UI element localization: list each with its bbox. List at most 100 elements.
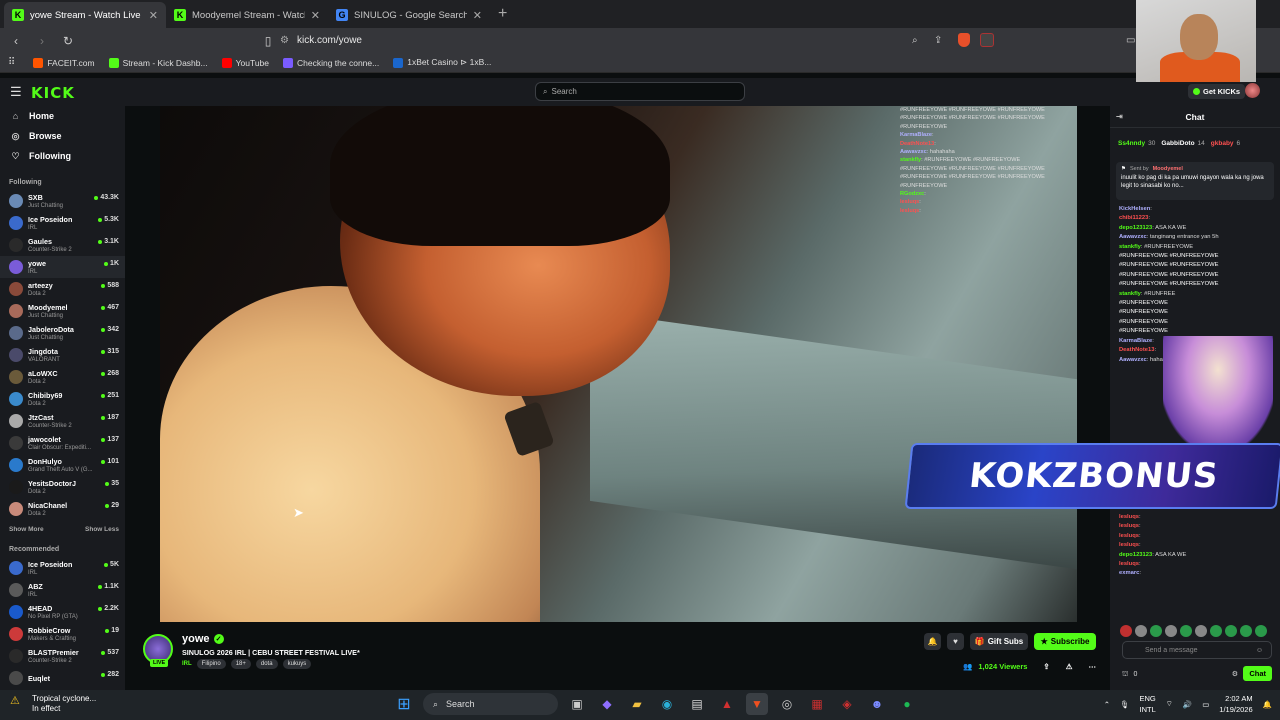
wifi-icon[interactable]: ⌔	[1166, 699, 1173, 709]
bookmark-item[interactable]: Checking the conne...	[283, 57, 379, 68]
battery-icon[interactable]: ▭	[1202, 700, 1209, 709]
bookmark-item[interactable]: YouTube	[221, 57, 269, 68]
chat-settings-icon[interactable]: ⚙	[1232, 670, 1238, 678]
chat-message[interactable]: lesluqs:	[1119, 523, 1271, 531]
reload-icon[interactable]: ↻	[58, 34, 78, 48]
sidebar-channel[interactable]: arteezy Dota 2 588	[0, 278, 125, 300]
close-tab-icon[interactable]: ✕	[311, 9, 320, 22]
nav-home[interactable]: ⌂ Home	[0, 106, 125, 126]
subscribe-button[interactable]: ★ Subscribe	[1034, 633, 1096, 650]
chat-username[interactable]: exmarc	[1119, 570, 1139, 576]
sidebar-channel[interactable]: Moodyemel Just Chatting 467	[0, 300, 125, 322]
chat-message[interactable]: stankfly: #RUNFREE	[1119, 291, 1271, 299]
chat-username[interactable]: lesluqs	[1119, 523, 1139, 529]
sidebar-toggle-icon[interactable]: ▭	[1126, 35, 1135, 46]
sidebar-channel[interactable]: BLASTPremier Counter-Strike 2 537	[0, 645, 125, 667]
user-avatar[interactable]	[1245, 83, 1260, 98]
chat-username[interactable]: DeathNote13	[1119, 347, 1154, 353]
chat-message[interactable]: lesluqs:	[1119, 542, 1271, 550]
chat-message[interactable]: #RUNFREEYOWE #RUNFREEYOWE	[1119, 253, 1271, 261]
sidebar-channel[interactable]: NicaChanel Dota 2 29	[0, 498, 125, 520]
browser-tab[interactable]: K Moodyemel Stream - Watch Live on ✕	[166, 2, 328, 28]
weather-widget[interactable]: ⚠ Tropical cyclone... In effect	[10, 694, 96, 714]
sidebar-channel[interactable]: SXB Just Chatting 43.3K	[0, 190, 125, 212]
get-kicks-button[interactable]: Get KICKs	[1188, 84, 1246, 99]
chat-username[interactable]: depo123123	[1119, 225, 1152, 231]
collapse-chat-icon[interactable]: ⇥	[1116, 112, 1123, 121]
show-more-button[interactable]: Show More	[9, 526, 44, 533]
chat-username[interactable]: Aawavzxc	[1119, 234, 1147, 240]
sidebar-channel[interactable]: Ice Poseidon IRL 5K	[0, 557, 125, 579]
chat-username[interactable]: depo123123	[1119, 552, 1152, 558]
app-icon[interactable]: ▲	[716, 693, 738, 715]
brave-shield-icon[interactable]	[958, 33, 970, 47]
mic-icon[interactable]: 🎙	[1120, 700, 1130, 709]
report-icon[interactable]: ⚠	[1066, 662, 1073, 671]
sidebar-channel[interactable]: YesitsDoctorJ Dota 2 35	[0, 476, 125, 498]
emote-icon[interactable]	[1210, 625, 1222, 637]
app-icon[interactable]: ▦	[806, 693, 828, 715]
search-input[interactable]: ⌕ Search	[535, 82, 745, 101]
emote-icon[interactable]	[1135, 625, 1147, 637]
chat-username[interactable]: KarmaBlaze	[1119, 338, 1152, 344]
chat-username[interactable]: lesluqs	[1119, 533, 1139, 539]
stream-tag[interactable]: kukuys	[282, 659, 312, 669]
sidebar-channel[interactable]: ABZ IRL 1.1K	[0, 579, 125, 601]
browser-tab[interactable]: G SINULOG - Google Search ✕	[328, 2, 490, 28]
show-less-button[interactable]: Show Less	[85, 526, 119, 533]
stream-tag[interactable]: 18+	[230, 659, 251, 669]
sidebar-channel[interactable]: Gaules Counter-Strike 2 3.1K	[0, 234, 125, 256]
chat-message[interactable]: Aawavzxc: tanginang entrance yan 5h	[1119, 234, 1271, 242]
emote-icon[interactable]	[1150, 625, 1162, 637]
gifter-item[interactable]: gkbaby 6	[1211, 139, 1240, 148]
sidebar-channel[interactable]: Chibiby69 Dota 2 251	[0, 388, 125, 410]
apps-grid-icon[interactable]: ⠿	[8, 57, 15, 68]
bookmark-item[interactable]: Stream - Kick Dashb...	[108, 57, 208, 68]
sidebar-channel[interactable]: RobbieCrow Makers & Crafting 19	[0, 623, 125, 645]
rewards-icon[interactable]	[980, 33, 994, 47]
windows-start-icon[interactable]: ⊞	[393, 693, 415, 715]
stream-tag[interactable]: Filipino	[196, 659, 226, 669]
pinned-message[interactable]: ⚑ Sent by Moodyemel inuulit ko pag di ka…	[1116, 162, 1274, 200]
kokzbonus-banner[interactable]: KOKZBONUS	[904, 443, 1280, 509]
new-tab-icon[interactable]: +	[498, 5, 507, 23]
gifter-item[interactable]: GabbiDoto 14	[1161, 139, 1204, 148]
chat-username[interactable]: lesluqs	[1119, 561, 1139, 567]
clock[interactable]: 2:02 AM 1/19/2026	[1219, 693, 1252, 715]
chat-message[interactable]: #RUNFREEYOWE	[1119, 319, 1271, 327]
sidebar-channel[interactable]: Euqlet 282	[0, 667, 125, 689]
gifter-item[interactable]: Ss4nndy 30	[1118, 139, 1155, 148]
chat-message[interactable]: lesluqs:	[1119, 533, 1271, 541]
volume-icon[interactable]: 🔊	[1183, 700, 1192, 709]
notification-icon[interactable]: 🔔	[1263, 700, 1272, 709]
follow-heart-button[interactable]: ♥	[947, 633, 964, 650]
back-icon[interactable]: ‹	[6, 34, 26, 48]
sidebar-channel[interactable]: jawocolet Clair Obscur: Expediti... 137	[0, 432, 125, 454]
chat-message[interactable]: exmarc:	[1119, 570, 1271, 578]
zoom-icon[interactable]: ⌕	[912, 35, 918, 46]
spotify-icon[interactable]: ●	[896, 693, 918, 715]
chat-message[interactable]: depo123123: ASA KA WE	[1119, 225, 1271, 233]
chat-username[interactable]: stankfly	[1119, 291, 1141, 297]
chat-message[interactable]: #RUNFREEYOWE #RUNFREEYOWE	[1119, 272, 1271, 280]
nav-browse[interactable]: ◎ Browse	[0, 126, 125, 146]
chat-username[interactable]: lesluqs	[1119, 542, 1139, 548]
obs-icon[interactable]: ◎	[776, 693, 798, 715]
sidebar-channel[interactable]: JtzCast Counter-Strike 2 187	[0, 410, 125, 432]
emote-icon[interactable]	[1255, 625, 1267, 637]
chat-message[interactable]: #RUNFREEYOWE	[1119, 328, 1271, 336]
chat-message[interactable]: lesluqs:	[1119, 561, 1271, 569]
sidebar-channel[interactable]: JaboleroDota Just Chatting 342	[0, 322, 125, 344]
chat-username[interactable]: stankfly	[1119, 244, 1141, 250]
taskbar-search[interactable]: ⌕ Search	[423, 693, 558, 715]
bookmark-item[interactable]: 1xBet Casino ⊳ 1xB...	[393, 57, 491, 68]
stream-category[interactable]: IRL	[182, 661, 192, 667]
chat-username[interactable]: Aawavzxc	[1119, 357, 1147, 363]
brave-browser-icon[interactable]: ▼	[746, 693, 768, 715]
gift-subs-button[interactable]: 🎁 Gift Subs	[970, 633, 1028, 650]
emote-icon[interactable]	[1240, 625, 1252, 637]
share-icon[interactable]: ⇪	[934, 35, 942, 46]
more-options-icon[interactable]: ⋯	[1088, 662, 1096, 671]
nav-following[interactable]: ♡ Following	[0, 146, 125, 166]
kick-logo[interactable]: KICK	[31, 84, 75, 102]
